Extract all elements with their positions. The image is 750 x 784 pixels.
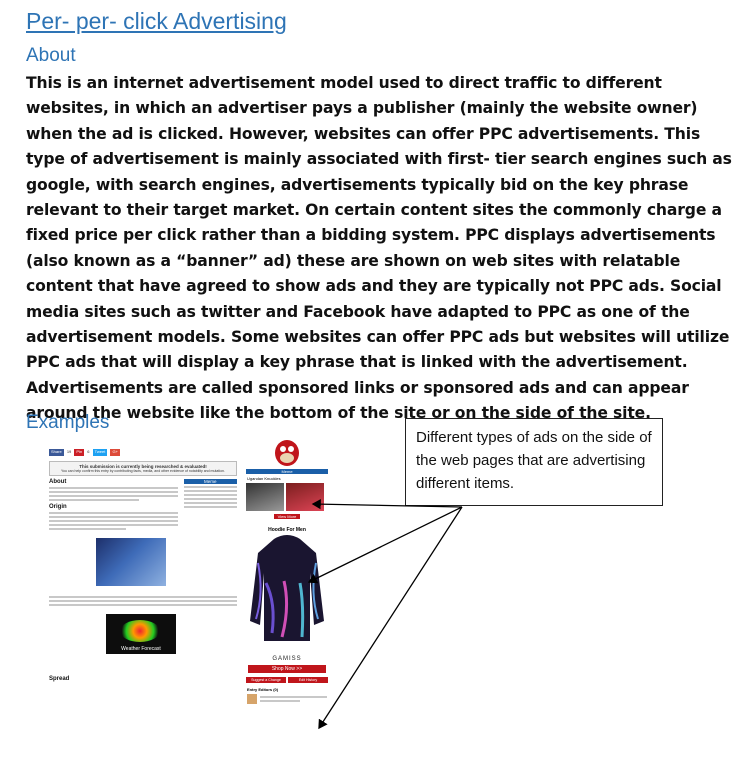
- arrow-to-bottom-ad: [318, 506, 463, 730]
- arrow-to-top-ad: [311, 498, 463, 510]
- arrow-to-hoodie-ad: [307, 506, 463, 584]
- callout-arrows: [307, 498, 463, 730]
